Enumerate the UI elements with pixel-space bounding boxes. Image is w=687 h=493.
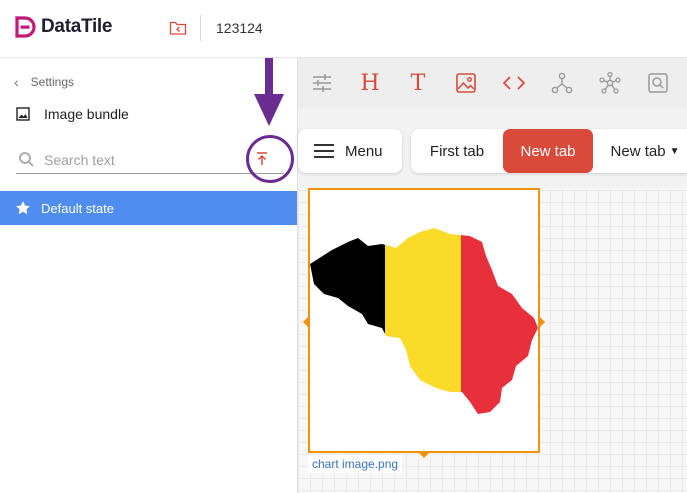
tool-text[interactable]: T (394, 58, 442, 108)
hamburger-menu-icon (314, 144, 334, 158)
section-title: Image bundle (44, 106, 129, 122)
tool-heading[interactable]: H (346, 58, 394, 108)
tab-label: New tab (520, 142, 576, 160)
folder-back-icon[interactable] (169, 20, 187, 36)
tab-new-dropdown[interactable]: New tab ▼ (603, 129, 687, 173)
search-field (16, 146, 284, 174)
caret-down-icon: ▼ (669, 145, 680, 157)
share-nodes-icon (551, 72, 573, 94)
image-caption: chart image.png (308, 455, 403, 473)
tool-search-frame[interactable] (634, 58, 682, 108)
tool-share-nodes[interactable] (538, 58, 586, 108)
chevron-left-icon: ‹ (14, 74, 19, 90)
tool-image[interactable] (442, 58, 490, 108)
tool-network[interactable] (586, 58, 634, 108)
back-to-settings[interactable]: ‹ Settings (14, 74, 74, 90)
project-name[interactable]: 123124 (216, 20, 263, 36)
upload-button[interactable] (252, 149, 272, 169)
state-label: Default state (41, 200, 114, 216)
annotation-arrow-icon (254, 58, 284, 126)
upload-icon (257, 152, 267, 165)
image-icon (456, 73, 476, 93)
menu-button[interactable]: Menu (298, 129, 402, 173)
image-icon (16, 107, 30, 121)
filters-icon (313, 74, 331, 92)
resize-handle-right[interactable] (540, 317, 545, 327)
belgium-flag-map-image (310, 228, 538, 414)
tab-label: New tab (610, 142, 666, 160)
app-name: DataTile (41, 16, 113, 37)
state-item-default[interactable]: Default state (0, 191, 297, 225)
back-label: Settings (30, 75, 75, 89)
resize-handle-bottom[interactable] (419, 453, 429, 458)
section-title-row: Image bundle (16, 106, 129, 122)
star-icon (16, 201, 30, 215)
search-frame-icon (648, 73, 668, 93)
heading-icon: H (360, 70, 380, 96)
tab-first[interactable]: First tab (411, 129, 503, 173)
app-logo[interactable]: DataTile (14, 16, 112, 38)
tab-group: First tab New tab New tab ▼ (411, 129, 687, 173)
search-icon (19, 152, 34, 167)
text-icon: T (410, 70, 426, 96)
tool-filters[interactable] (298, 58, 346, 108)
code-icon (502, 76, 526, 90)
resize-handle-left[interactable] (303, 317, 308, 327)
tab-label: First tab (429, 142, 485, 160)
widget-toolbar: H T (298, 58, 687, 108)
tab-new-active[interactable]: New tab (503, 129, 593, 173)
flag-stripes (310, 228, 538, 414)
datatile-logo-icon (15, 16, 36, 38)
network-icon (599, 71, 621, 94)
tool-code[interactable] (490, 58, 538, 108)
header-divider (200, 15, 201, 41)
search-input[interactable] (44, 149, 244, 171)
menu-label: Menu (345, 142, 383, 160)
app-header: DataTile 123124 (0, 0, 687, 58)
